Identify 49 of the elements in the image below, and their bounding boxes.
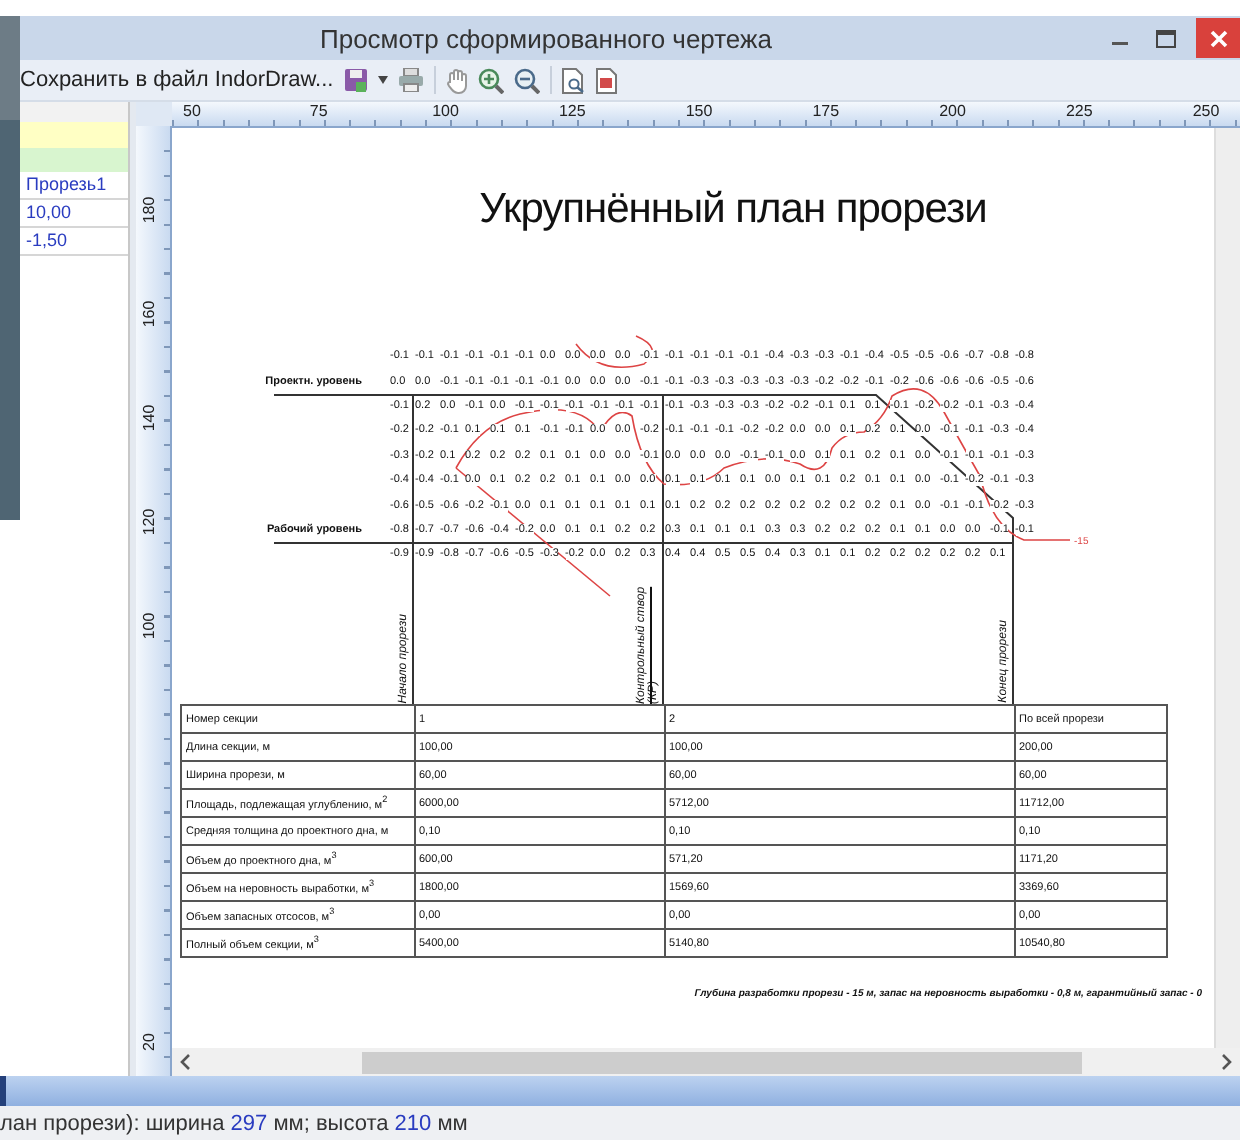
caret-button[interactable]: [377, 76, 388, 84]
ruler-label: 140: [140, 404, 158, 432]
page-export-button[interactable]: [595, 67, 620, 93]
page-preview-button[interactable]: [561, 67, 586, 93]
ruler-label: 20: [140, 1033, 158, 1051]
maximize-icon: [1156, 29, 1176, 47]
panel-row-background: [20, 122, 128, 148]
close-button[interactable]: [1196, 18, 1240, 58]
ruler-label: 50: [183, 102, 201, 120]
printer-button[interactable]: [397, 68, 424, 92]
hand-button[interactable]: [445, 67, 468, 93]
ruler-label: 200: [939, 102, 966, 120]
page-preview-icon: [561, 67, 586, 93]
chevron-right-icon: [1222, 1054, 1232, 1070]
ruler-label: 125: [558, 102, 586, 120]
status-value: 297: [230, 1111, 268, 1135]
panel-cell: Прорезь1: [20, 172, 128, 200]
status-text: лан прорези): ширина: [0, 1111, 227, 1135]
caret-icon: [377, 76, 388, 84]
zoom-in-icon: [477, 67, 504, 93]
status-value: 210: [394, 1111, 432, 1135]
status-text: мм: [435, 1111, 468, 1135]
ruler-label: 175: [812, 102, 840, 120]
floppy-disk-button[interactable]: [343, 68, 368, 92]
ruler-label: 225: [1065, 102, 1093, 120]
ruler-label: 100: [432, 102, 459, 120]
ruler-label: 150: [685, 102, 713, 120]
zoom-in-button[interactable]: [477, 67, 504, 93]
status-text: мм; высота: [271, 1111, 391, 1135]
zoom-out-icon: [513, 67, 540, 93]
ruler-label: 180: [140, 196, 158, 224]
panel-cell: -1,50: [20, 228, 128, 256]
scroll-thumb[interactable]: [362, 1051, 1082, 1073]
ruler-label: 160: [140, 300, 158, 328]
save-to-file-button[interactable]: Сохранить в файл IndorDraw...: [20, 68, 334, 92]
zoom-out-button[interactable]: [513, 67, 540, 93]
ruler-label: 100: [140, 612, 158, 640]
drawing-title: Укрупнённый план прорези: [479, 184, 987, 236]
chevron-left-icon: [180, 1054, 190, 1070]
panel-cell: 10,00: [20, 200, 128, 228]
printer-icon: [397, 68, 424, 92]
close-icon: [1209, 29, 1227, 47]
ruler-label: 120: [140, 508, 158, 536]
page-export-icon: [595, 67, 620, 93]
ruler-label: 75: [309, 102, 328, 120]
window-title: Просмотр сформированного чертежа: [320, 24, 772, 54]
panel-row-background: [20, 148, 128, 172]
ruler-label: 250: [1192, 102, 1220, 120]
hand-icon: [445, 67, 468, 93]
